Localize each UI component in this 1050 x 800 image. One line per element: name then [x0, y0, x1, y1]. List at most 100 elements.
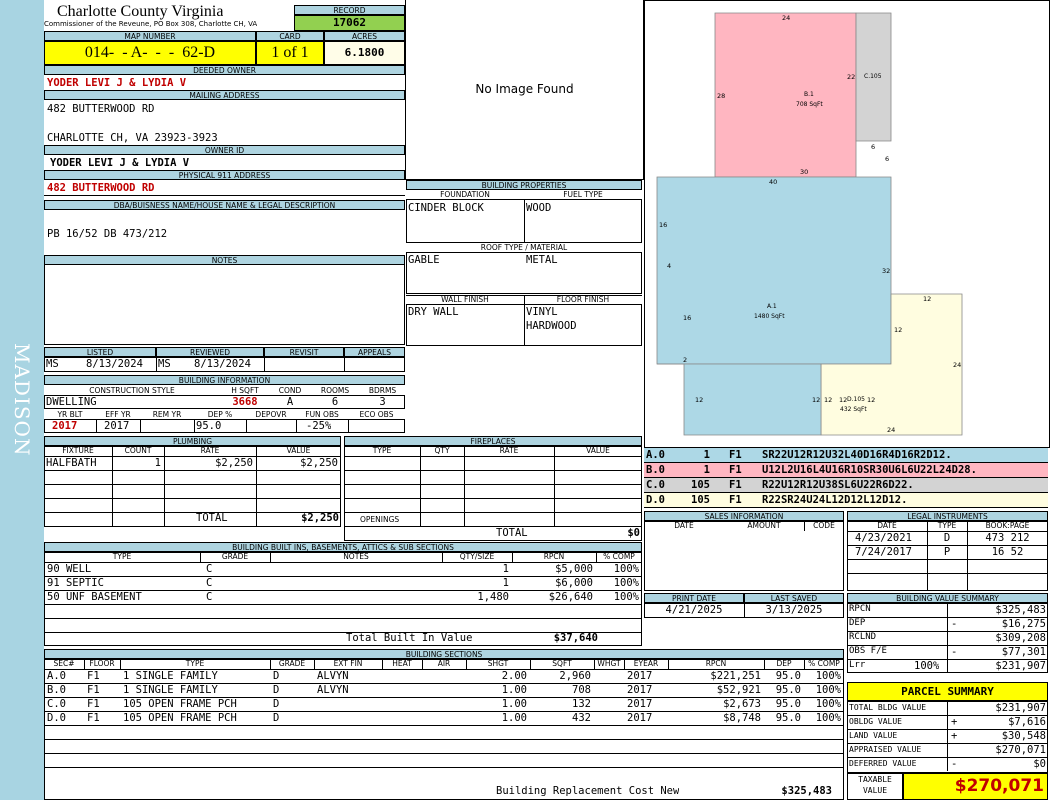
builtins-cell: 50 UNF BASEMENT	[47, 591, 142, 603]
svg-text:12: 12	[894, 326, 902, 334]
mailing-line-2: CHARLOTTE CH, VA 23923-3923	[47, 132, 218, 144]
sketch-label-b1: B.1	[804, 91, 814, 98]
svg-text:6: 6	[885, 155, 889, 163]
sections-cell: 100%	[815, 712, 841, 724]
sections-cell: D	[273, 684, 280, 696]
sections-col-divider	[314, 659, 315, 669]
acres-value: 6.1800	[324, 41, 405, 65]
fireplace-col-divider	[554, 446, 555, 527]
builtins-row-line	[44, 604, 642, 605]
effyr-value: 2017	[104, 420, 130, 432]
fireplace-row-line	[344, 470, 642, 471]
builtins-header-2: NOTES	[343, 552, 369, 561]
builtins-total-label: Total Built In Value	[346, 632, 473, 644]
fireplace-header-value: VALUE	[586, 446, 610, 455]
builtins-cell: 90 WELL	[47, 563, 92, 575]
physical-address: 482 BUTTERWOOD RD	[47, 182, 155, 194]
fireplace-header-qty: QTY	[434, 446, 450, 455]
parcel-summary-value: $231,907	[995, 702, 1046, 714]
vector-code: C.0	[646, 479, 665, 491]
plumbing-cell: HALFBATH	[46, 457, 97, 469]
builtins-cell: $6,000	[555, 577, 593, 589]
parcel-summary-divider	[947, 743, 948, 757]
vector-code: A.0	[646, 449, 665, 461]
bdrms-label: BDRMS	[368, 386, 397, 395]
reviewed-date: 8/13/2024	[194, 358, 251, 370]
last-saved-label: LAST SAVED	[744, 593, 844, 603]
value-summary-label: DEP	[849, 618, 866, 628]
sections-cell: 2017	[627, 698, 653, 710]
yrblt-label: YR BLT	[57, 410, 83, 419]
map-number-label: MAP NUMBER	[44, 31, 256, 41]
plumbing-row-line	[44, 498, 341, 499]
effyr-label: EFF YR	[105, 410, 131, 419]
fireplaces-total: $0	[627, 527, 640, 539]
builtins-cell: 1	[502, 563, 509, 575]
sections-cell: $2,673	[723, 698, 761, 710]
funobs-value: -25%	[306, 420, 332, 432]
sections-header-0: SEC#	[53, 659, 75, 668]
vector-code: D.0	[646, 494, 665, 506]
sections-cell: 100%	[815, 670, 841, 682]
sketch-sqft-b1: 708 SqFt	[796, 101, 823, 108]
sections-cell: D.0	[47, 712, 66, 724]
foundation-value: CINDER BLOCK	[408, 202, 484, 214]
taxable-label-2: VALUE	[862, 786, 888, 795]
svg-text:12: 12	[867, 396, 875, 404]
construction-style: DWELLING	[46, 396, 97, 408]
sections-cell: F1	[87, 684, 100, 696]
vector-string: R22SR24U24L12D12L12D12.	[762, 494, 908, 506]
yrblt-value: 2017	[52, 420, 78, 432]
sections-header-10: EYEAR	[633, 659, 659, 668]
sections-cell: $52,921	[716, 684, 761, 696]
rooms-label: ROOMS	[320, 386, 350, 395]
sections-header-13: % COMP	[808, 659, 840, 668]
hsqft-value: 3668	[232, 396, 258, 408]
construction-label: CONSTRUCTION STYLE	[89, 386, 175, 395]
sections-header-5: HEAT	[392, 659, 412, 668]
owner-id-label: OWNER ID	[44, 145, 405, 155]
record-number: 17062	[294, 15, 405, 31]
value-summary-value: $77,301	[1001, 646, 1046, 658]
listed-label: LISTED	[44, 347, 156, 357]
value-summary-divider	[947, 603, 948, 617]
sections-cell: 2017	[627, 712, 653, 724]
roof-label: ROOF TYPE / MATERIAL	[480, 243, 568, 252]
vector-floor: F1	[729, 464, 742, 476]
parcel-summary-divider	[947, 715, 948, 729]
legal-date: 7/24/2017	[855, 546, 912, 558]
sections-cell: D	[273, 670, 280, 682]
svg-text:12: 12	[923, 295, 931, 303]
sections-cell: 95.0	[775, 712, 801, 724]
legal-type: D	[943, 532, 951, 544]
builtins-col-divider	[270, 552, 271, 562]
sections-cell: ALVYN	[317, 684, 349, 696]
plumbing-cell: 1	[154, 457, 161, 469]
builtins-header-1: GRADE	[221, 552, 249, 561]
svg-text:24: 24	[953, 361, 961, 369]
plumbing-cell: $2,250	[300, 457, 338, 469]
plumbing-title: PLUMBING	[44, 436, 341, 446]
value-summary-label: RCLND	[849, 632, 877, 642]
sections-header-2: TYPE	[185, 659, 205, 668]
no-image-text: No Image Found	[475, 82, 574, 96]
plumbing-header-fixture: FIXTURE	[62, 446, 94, 455]
vector-code: B.0	[646, 464, 665, 476]
builtins-col-divider	[200, 552, 201, 562]
fireplace-col-divider	[464, 446, 465, 527]
sections-cell: 95.0	[775, 684, 801, 696]
builtins-total: $37,640	[553, 632, 598, 644]
parcel-summary-sign: +	[951, 716, 958, 728]
sections-cell: 708	[572, 684, 591, 696]
parcel-summary-divider	[947, 729, 948, 743]
print-date: 4/21/2025	[665, 604, 723, 616]
value-summary-divider	[947, 645, 948, 659]
remyr-label: REM YR	[152, 410, 182, 419]
roof-box	[406, 252, 642, 294]
builtins-col-divider	[512, 552, 513, 562]
sections-col-divider	[270, 659, 271, 669]
vector-string: SR22U12R12U32L40D16R4D16R2D12.	[762, 449, 952, 461]
sections-title: BUILDING SECTIONS	[44, 649, 844, 659]
fireplaces-title: FIREPLACES	[344, 436, 642, 446]
plumbing-header-rate: RATE	[200, 446, 220, 455]
